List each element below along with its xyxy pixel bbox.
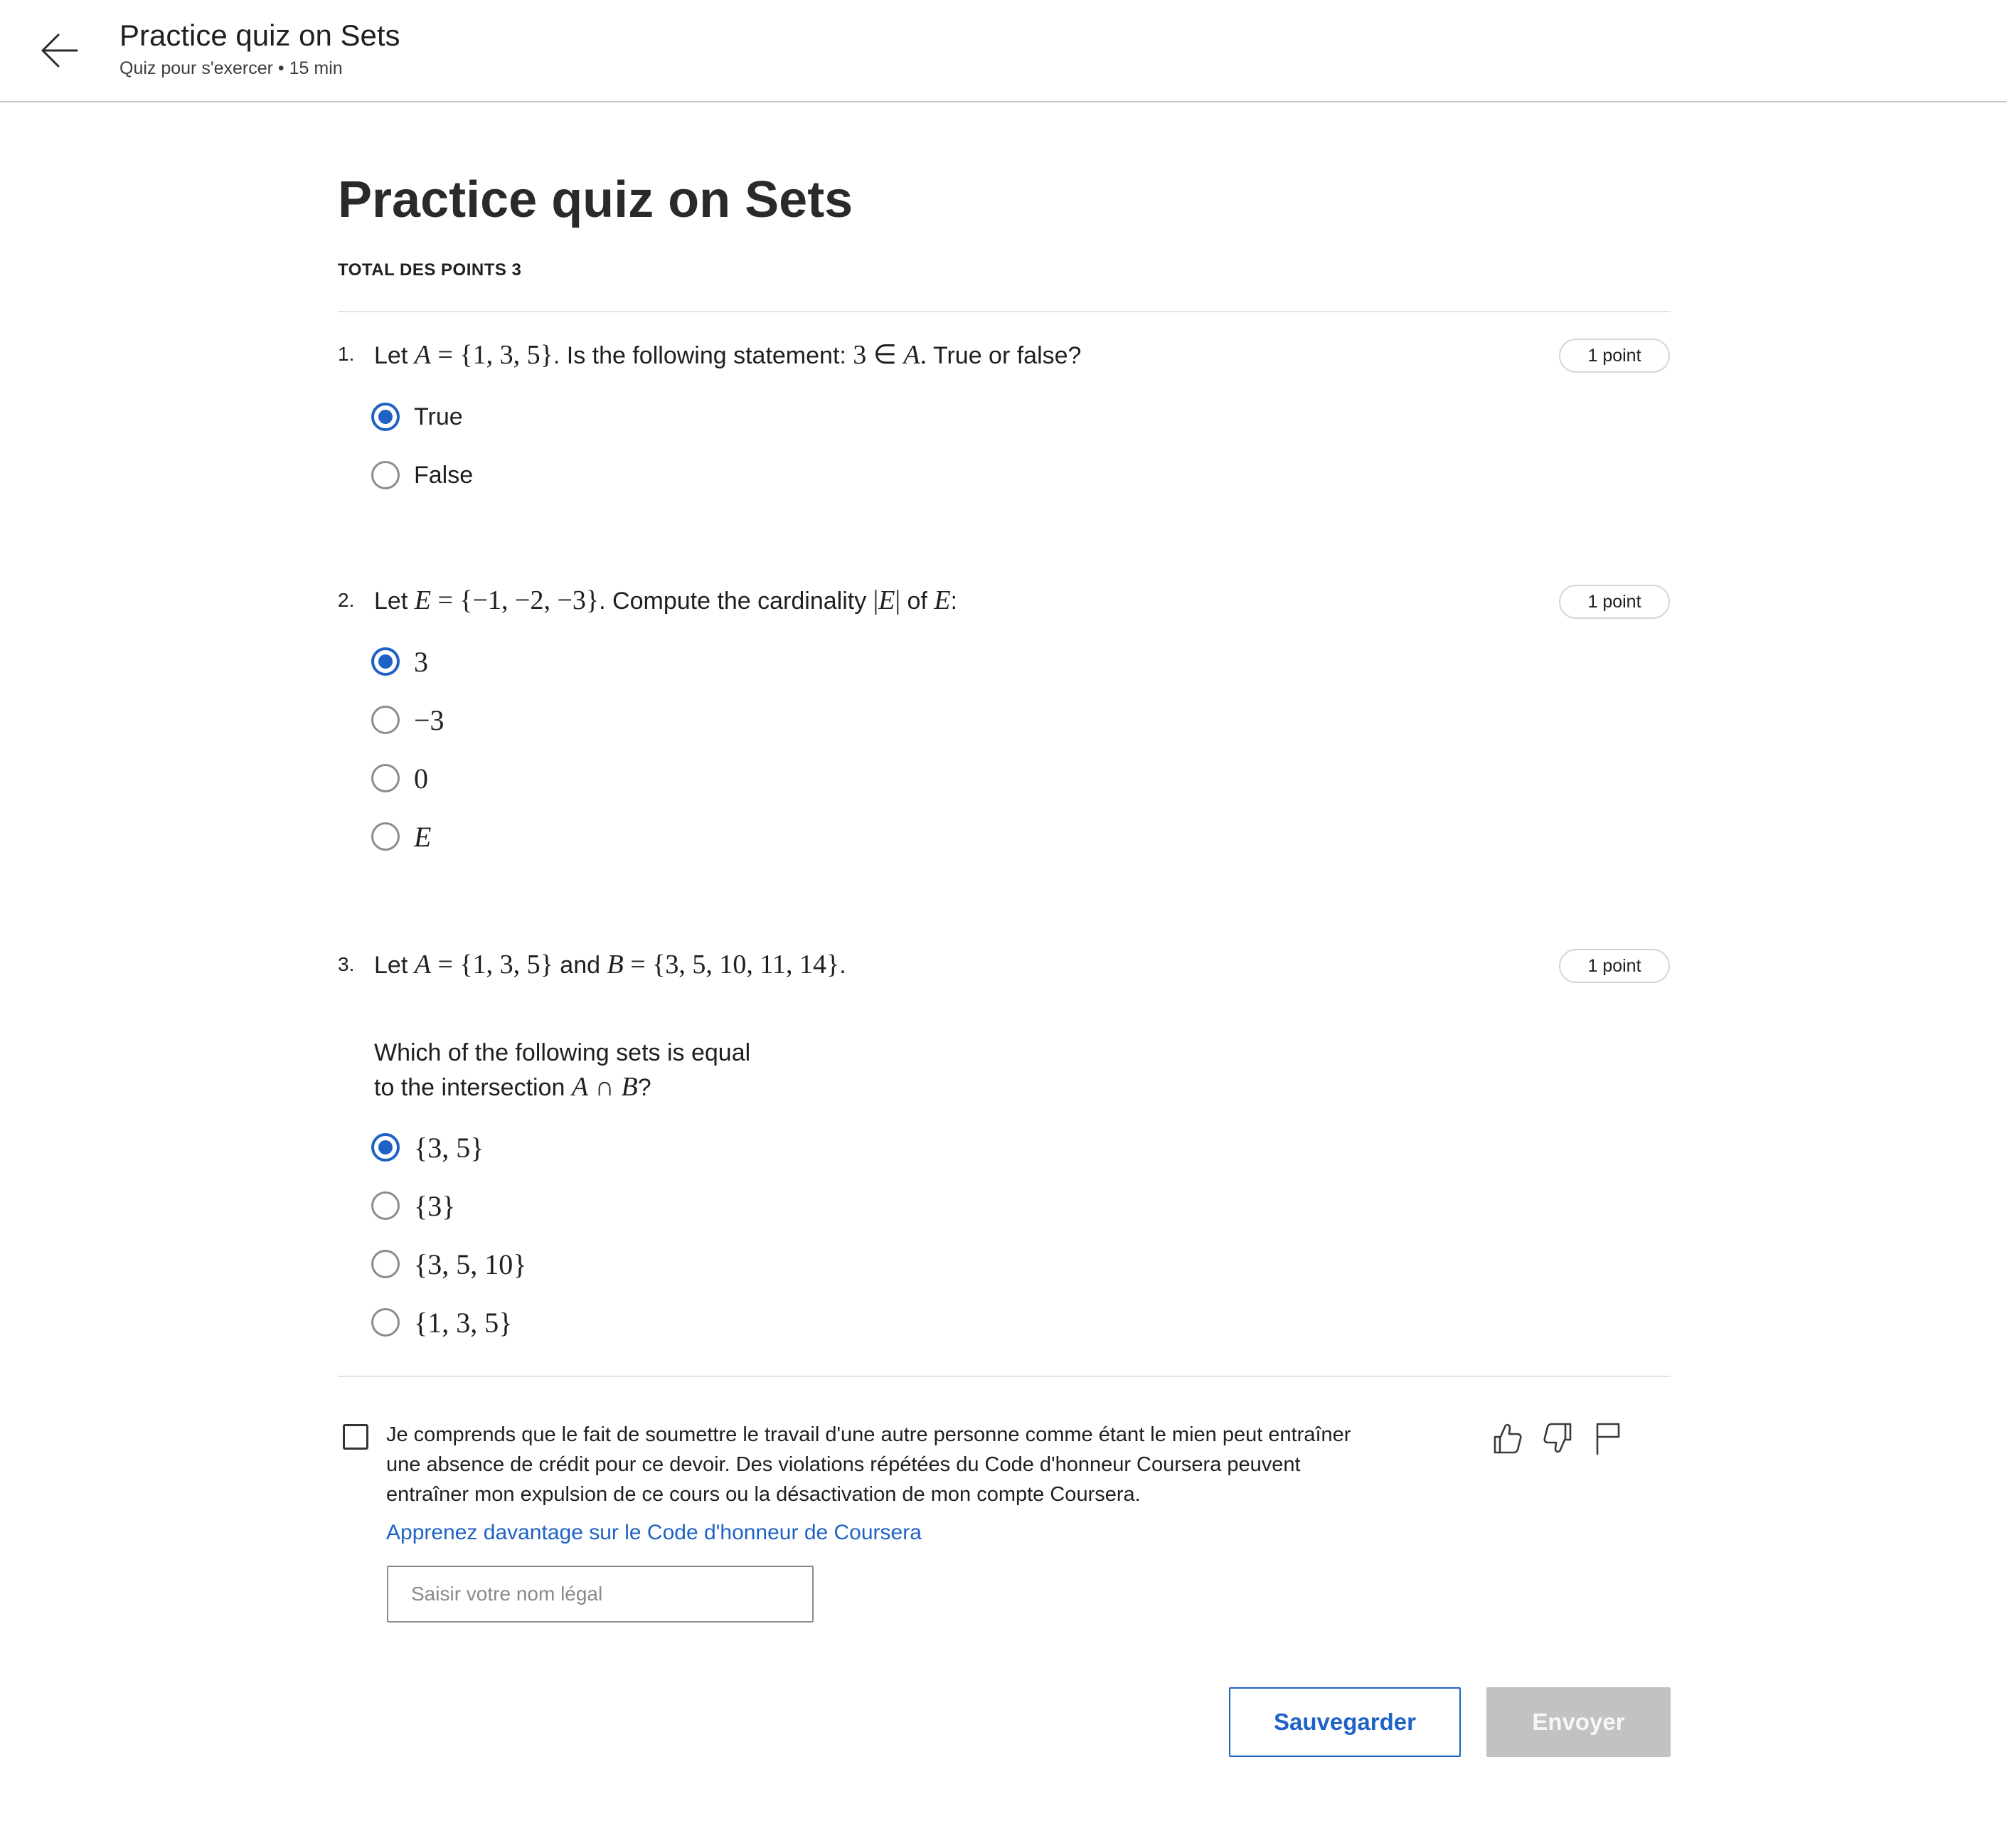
option-label: False xyxy=(414,461,474,489)
option-set-1-3-5[interactable]: {1, 3, 5} xyxy=(371,1305,512,1339)
question-text: Let A = {1, 3, 5} and B = {3, 5, 10, 11,… xyxy=(374,950,846,979)
points-badge: 1 point xyxy=(1559,339,1670,373)
radio-button[interactable] xyxy=(371,1308,400,1337)
points-badge: 1 point xyxy=(1559,585,1670,619)
question-text: Let E = {−1, −2, −3}. Compute the cardin… xyxy=(374,585,958,615)
option-e[interactable]: E xyxy=(371,819,431,854)
option-set-3-5[interactable]: {3, 5} xyxy=(371,1130,484,1164)
thumbs-up-button[interactable] xyxy=(1489,1420,1523,1457)
back-button[interactable] xyxy=(37,28,81,73)
option-label: {3, 5, 10} xyxy=(414,1248,527,1280)
radio-button[interactable] xyxy=(371,461,400,489)
option-label: 3 xyxy=(414,645,428,678)
option-set-3-5-10[interactable]: {3, 5, 10} xyxy=(371,1247,526,1281)
option-3[interactable]: 3 xyxy=(371,644,428,679)
radio-button[interactable] xyxy=(371,403,400,431)
thumbs-up-icon xyxy=(1494,1423,1522,1454)
option-label: True xyxy=(414,403,463,430)
question-number: 3. xyxy=(338,953,355,975)
option-label: {1, 3, 5} xyxy=(414,1306,513,1339)
radio-button[interactable] xyxy=(371,706,400,734)
save-button[interactable]: Sauvegarder xyxy=(1229,1687,1461,1757)
radio-button[interactable] xyxy=(371,1133,400,1162)
option-label: {3} xyxy=(414,1189,456,1222)
option-true[interactable]: True xyxy=(371,400,463,434)
honor-code-text: Je comprends que le fait de soumettre le… xyxy=(386,1423,1351,1506)
honor-code-link[interactable]: Apprenez davantage sur le Code d'honneur… xyxy=(386,1521,922,1545)
thumbs-down-button[interactable] xyxy=(1542,1420,1576,1457)
radio-button[interactable] xyxy=(371,647,400,676)
option-minus-3[interactable]: −3 xyxy=(371,703,444,737)
option-false[interactable]: False xyxy=(371,458,473,492)
legal-name-input[interactable] xyxy=(387,1566,814,1623)
arrow-left-icon xyxy=(41,33,78,68)
header-subtitle: Quiz pour s'exercer • 15 min xyxy=(119,58,343,78)
question-text: Let A = {1, 3, 5}. Is the following stat… xyxy=(374,340,1082,370)
option-label: −3 xyxy=(414,703,444,736)
question-number: 2. xyxy=(338,589,355,611)
radio-button[interactable] xyxy=(371,1250,400,1278)
option-set-3[interactable]: {3} xyxy=(371,1189,455,1223)
divider xyxy=(338,311,1671,312)
total-points: TOTAL DES POINTS 3 xyxy=(338,260,522,280)
option-label: E xyxy=(414,820,432,853)
question-number: 1. xyxy=(338,343,355,365)
header-title: Practice quiz on Sets xyxy=(119,18,400,52)
points-badge: 1 point xyxy=(1559,949,1670,983)
option-0[interactable]: 0 xyxy=(371,761,428,795)
divider xyxy=(338,1376,1671,1377)
submit-button[interactable]: Envoyer xyxy=(1486,1687,1671,1757)
question-subtext: Which of the following sets is equal to … xyxy=(374,1039,751,1102)
honor-code-checkbox[interactable] xyxy=(343,1424,368,1450)
page-title: Practice quiz on Sets xyxy=(338,171,853,228)
radio-button[interactable] xyxy=(371,822,400,851)
thumbs-down-icon xyxy=(1543,1423,1572,1453)
option-label: 0 xyxy=(414,762,428,795)
flag-icon xyxy=(1596,1423,1620,1455)
top-bar: Practice quiz on Sets Quiz pour s'exerce… xyxy=(0,0,2007,102)
flag-button[interactable] xyxy=(1592,1420,1626,1457)
radio-button[interactable] xyxy=(371,1191,400,1220)
option-label: {3, 5} xyxy=(414,1131,484,1164)
radio-button[interactable] xyxy=(371,764,400,792)
